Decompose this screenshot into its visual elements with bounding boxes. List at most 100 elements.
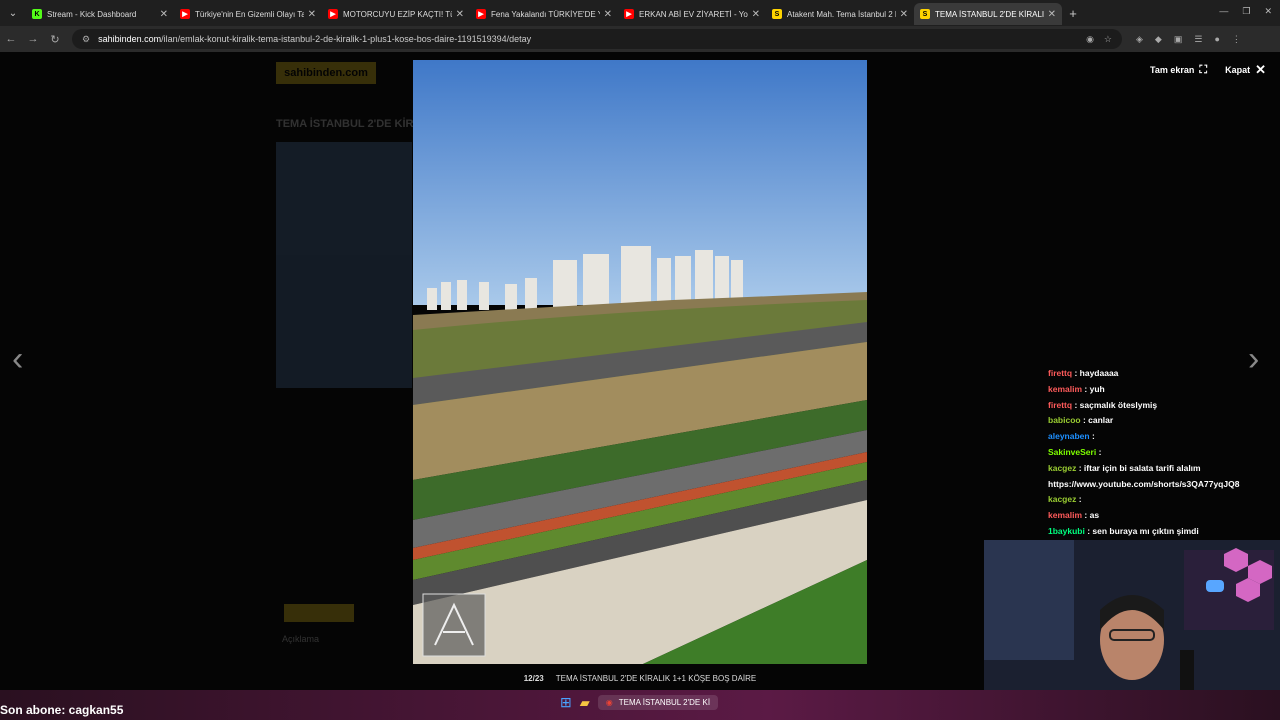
browser-tab[interactable]: ▶ Türkiye'nin En Gizemli Olayı Ta ✕ — [174, 3, 322, 25]
windows-start-icon[interactable]: ⊞ — [560, 694, 572, 711]
browser-tab[interactable]: S TEMA İSTANBUL 2'DE KİRALIK 1 ✕ — [914, 3, 1062, 25]
window-controls: — ❐ ✕ — [1219, 6, 1272, 17]
previous-photo-arrow[interactable]: ‹ — [12, 340, 23, 379]
youtube-icon: ▶ — [180, 9, 190, 19]
close-tab-icon[interactable]: ✕ — [308, 9, 316, 20]
tab-title: TEMA İSTANBUL 2'DE KİRALIK 1 — [935, 9, 1044, 19]
close-label: Kapat — [1225, 65, 1251, 75]
close-tab-icon[interactable]: ✕ — [900, 9, 908, 20]
tab-title: Türkiye'nin En Gizemli Olayı Ta — [195, 9, 304, 19]
chat-text: sen buraya mı çıktın şimdi — [1092, 525, 1199, 536]
address-bar-row: ← → ↻ ⚙ sahibinden.com /ilan/emlak-konut… — [0, 26, 1280, 52]
restore-icon[interactable]: ❐ — [1242, 6, 1250, 17]
chat-message: aleynaben : — [1048, 431, 1095, 442]
site-settings-icon[interactable]: ⚙ — [82, 34, 90, 45]
viewer-controls: Tam ekran ⛶ Kapat ✕ — [1150, 62, 1266, 78]
chat-text: saçmalık öteslymiş — [1079, 399, 1158, 410]
close-tab-icon[interactable]: ✕ — [752, 9, 760, 20]
browser-tab[interactable]: ▶ ERKAN ABİ EV ZİYARETİ - YouT ✕ — [618, 3, 766, 25]
chat-username: SakinveSeri — [1048, 446, 1097, 457]
close-tab-icon[interactable]: ✕ — [604, 9, 612, 20]
extension-icon[interactable]: ◈ — [1136, 34, 1143, 45]
kick-icon: K — [32, 9, 42, 19]
reload-icon[interactable]: ↻ — [44, 33, 66, 46]
close-tab-icon[interactable]: ✕ — [160, 9, 168, 20]
chat-message: babicoo : canlar — [1048, 415, 1114, 426]
photo-caption-text: TEMA İSTANBUL 2'DE KİRALIK 1+1 KÖŞE BOŞ … — [555, 674, 757, 683]
chat-text: canlar — [1088, 415, 1114, 426]
chat-message: firettq : saçmalık öteslymiş — [1048, 399, 1158, 410]
listing-title: TEMA İSTANBUL 2'DE KİR — [276, 118, 414, 130]
taskbar-chrome-app[interactable]: ◉ TEMA İSTANBUL 2'DE Kİ — [597, 695, 719, 710]
tab-title: Atakent Mah. Tema İstanbul 2 E — [787, 9, 896, 19]
taskbar-apps: ⊞ ▰ ◉ TEMA İSTANBUL 2'DE Kİ — [560, 694, 719, 711]
youtube-icon: ▶ — [328, 9, 338, 19]
chat-message: kemalim : as — [1048, 510, 1100, 521]
chat-username: firettq — [1048, 399, 1073, 410]
sahibinden-icon: S — [920, 9, 930, 19]
close-window-icon[interactable]: ✕ — [1264, 6, 1272, 17]
browser-tabbar: ⌄ K Stream - Kick Dashboard ✕ ▶ Türkiye'nin … — [0, 0, 1280, 26]
bookmark-star-icon[interactable]: ☆ — [1104, 34, 1112, 45]
tab-title: Fena Yakalandı TÜRKİYE'DE YA — [491, 9, 600, 19]
listing-photo — [413, 60, 867, 664]
stream-chat-overlay: firettq : haydaaaa kemalim : yuh firettq :… — [1048, 366, 1280, 540]
chat-text: haydaaaa — [1079, 368, 1119, 378]
last-subscriber-alert: Son abone: cagkan55 — [0, 703, 124, 717]
chat-username: babicoo — [1048, 415, 1081, 426]
forward-icon[interactable]: → — [22, 33, 44, 45]
chat-message: SakinveSeri : — [1048, 446, 1102, 457]
chat-username: firettq — [1048, 368, 1073, 378]
back-icon[interactable]: ← — [0, 33, 22, 45]
photo-caption: 12/23 TEMA İSTANBUL 2'DE KİRALIK 1+1 KÖŞE… — [413, 674, 867, 683]
chat-message: https://www.youtube.com/shorts/s3QA77yqJ… — [1048, 477, 1280, 493]
chat-username: kemalim — [1048, 510, 1083, 521]
chat-message: firettq : haydaaaa — [1048, 368, 1119, 378]
kebab-menu-icon[interactable]: ⋮ — [1232, 34, 1241, 45]
profile-avatar[interactable]: ● — [1214, 34, 1219, 45]
sahibinden-icon: S — [772, 9, 782, 19]
tab-strip: K Stream - Kick Dashboard ✕ ▶ Türkiye'nin En… — [26, 1, 1062, 25]
new-tab-button[interactable]: + — [1062, 6, 1084, 21]
extension-icon[interactable]: ◆ — [1155, 34, 1162, 45]
site-logo: sahibinden.com — [276, 62, 376, 84]
taskbar-app-label: TEMA İSTANBUL 2'DE Kİ — [618, 698, 711, 707]
browser-tab[interactable]: ▶ Fena Yakalandı TÜRKİYE'DE YA ✕ — [470, 3, 618, 25]
fullscreen-button[interactable]: Tam ekran ⛶ — [1150, 64, 1207, 77]
sidebar-icon[interactable]: ☰ — [1194, 34, 1202, 45]
listing-thumbnail — [276, 142, 412, 388]
chat-message: kacgez : — [1048, 494, 1082, 505]
chat-message: kacgez : iftar için bi salata tarifi ala… — [1048, 462, 1201, 473]
url-field[interactable]: ⚙ sahibinden.com /ilan/emlak-konut-kiral… — [72, 29, 1122, 49]
close-tab-icon[interactable]: ✕ — [456, 9, 464, 20]
chat-text: yuh — [1089, 383, 1105, 394]
tab-search-button[interactable]: ⌄ — [0, 0, 26, 26]
url-host: sahibinden.com — [98, 34, 162, 44]
photo-counter: 12/23 — [523, 674, 544, 683]
chrome-icon: ◉ — [605, 698, 613, 707]
close-viewer-button[interactable]: Kapat ✕ — [1225, 62, 1266, 78]
file-explorer-icon[interactable]: ▰ — [580, 695, 590, 711]
tab-title: MOTORCUYU EZİP KAÇTI! Türk — [343, 9, 452, 19]
browser-tab[interactable]: K Stream - Kick Dashboard ✕ — [26, 3, 174, 25]
chat-username: kacgez — [1048, 494, 1077, 505]
chat-text: iftar için bi salata tarifi alalım — [1083, 462, 1201, 473]
chat-message: kemalim : yuh — [1048, 383, 1105, 394]
incognito-icon[interactable]: ◉ — [1086, 34, 1094, 45]
url-path: /ilan/emlak-konut-kiralik-tema-istanbul-… — [161, 34, 532, 44]
fullscreen-label: Tam ekran — [1150, 65, 1195, 75]
minimize-icon[interactable]: — — [1219, 6, 1228, 17]
browser-tab[interactable]: ▶ MOTORCUYU EZİP KAÇTI! Türk ✕ — [322, 3, 470, 25]
close-icon: ✕ — [1255, 62, 1266, 77]
browser-tab[interactable]: S Atakent Mah. Tema İstanbul 2 E ✕ — [766, 3, 914, 25]
chat-username: 1baykubi — [1048, 525, 1085, 536]
chat-text: as — [1089, 510, 1100, 521]
chat-username: aleynaben — [1048, 431, 1090, 442]
chat-message: 1baykubi : sen buraya mı çıktın şimdi — [1048, 525, 1199, 536]
chat-username: kemalim — [1048, 383, 1083, 394]
description-heading: Açıklama — [282, 634, 320, 644]
close-tab-icon[interactable]: ✕ — [1048, 9, 1056, 20]
youtube-icon: ▶ — [624, 9, 634, 19]
puzzle-icon[interactable]: ▣ — [1174, 34, 1183, 45]
youtube-icon: ▶ — [476, 9, 486, 19]
